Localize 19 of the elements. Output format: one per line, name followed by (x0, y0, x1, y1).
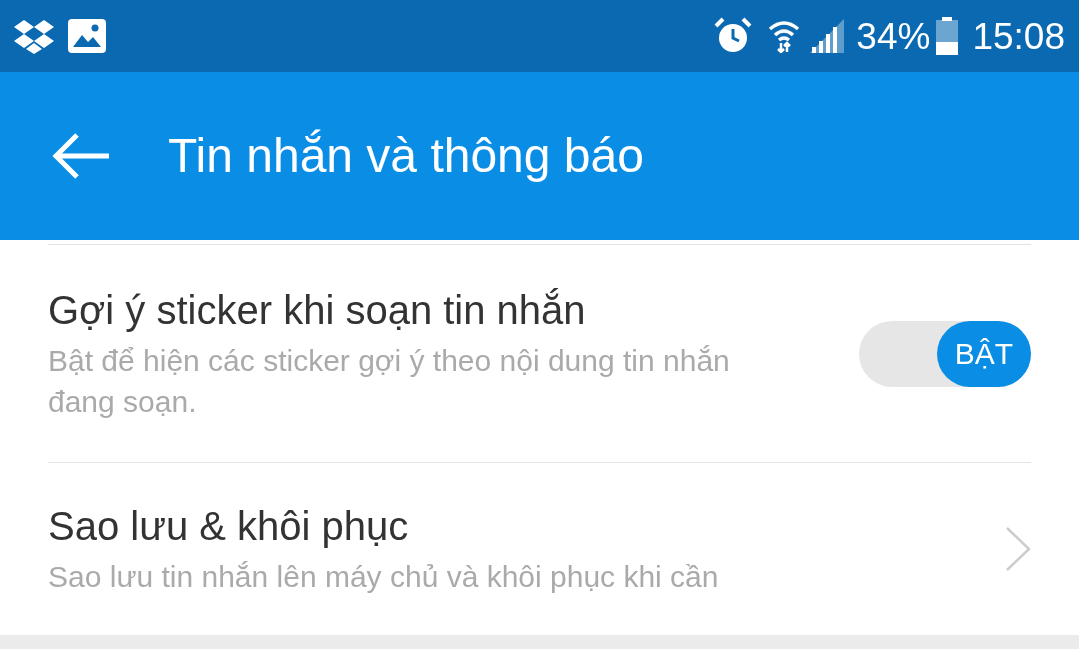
setting-title: Sao lưu & khôi phục (48, 502, 410, 550)
setting-item[interactable]: Gợi ý sticker khi soạn tin nhắn Bật để hiện các sticker gợi ý theo nội dung tin nhắn đang soạn. (48, 245, 859, 462)
alarm-icon (714, 17, 753, 55)
battery-icon (936, 17, 959, 55)
dropbox-icon (14, 18, 54, 54)
signal-icon (810, 19, 845, 53)
image-icon (68, 19, 106, 53)
toggle-knob: BẬT (936, 320, 1031, 387)
setting-item[interactable]: Sao lưu & khôi phục Sao lưu tin nhắn lên máy chủ và khôi phục khi cần (48, 463, 1031, 635)
setting-description: Sao lưu tin nhắn lên máy chủ và khôi phục khi cần (48, 558, 720, 595)
chevron-right-icon (1005, 526, 1031, 572)
back-button[interactable] (50, 131, 112, 181)
setting-title: Gợi ý sticker khi soạn tin nhắn (48, 286, 587, 334)
status-time: 15:08 (972, 17, 1065, 55)
wifi-icon (768, 19, 801, 53)
battery-percent: 34% (856, 17, 931, 55)
back-arrow-icon (51, 132, 111, 180)
setting-description: Bật để hiện các sticker gợi ý theo nội dung tin nhắn đang soạn. (48, 342, 731, 420)
toggle-switch[interactable]: BẬT (859, 320, 1031, 387)
